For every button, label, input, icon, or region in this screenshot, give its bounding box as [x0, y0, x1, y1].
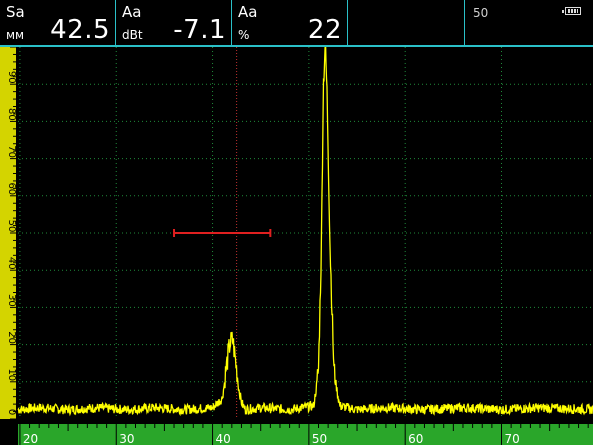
x-tick-label: 70	[505, 432, 520, 445]
status-area: 50	[465, 0, 593, 45]
x-tick-label: 60	[408, 432, 423, 445]
readout-amplitude-percent[interactable]: Aa % 22	[232, 0, 348, 45]
y-tick-label: 40	[6, 257, 17, 270]
y-tick-label: 60	[6, 182, 17, 195]
readout-label: Aa	[238, 3, 258, 21]
readout-empty[interactable]	[348, 0, 465, 45]
y-tick-label: 30	[6, 294, 17, 307]
readout-amplitude-db[interactable]: Aa dBt -7.1	[116, 0, 232, 45]
y-tick-label: 90	[6, 71, 17, 84]
range-indicator: 50	[473, 6, 489, 20]
readout-value: 42.5	[50, 15, 110, 45]
x-tick-label: 30	[119, 432, 134, 445]
a-scan-chart[interactable]: 0 10 20 30 40 50 60 70 80 90 20 30 40 50 60 70	[0, 47, 593, 445]
x-tick-label: 40	[216, 432, 231, 445]
x-tick-label: 20	[23, 432, 38, 445]
readout-unit: %	[238, 28, 250, 42]
x-tick-label: 50	[312, 432, 327, 445]
y-tick-label: 70	[6, 145, 17, 158]
readout-unit: dBt	[122, 28, 143, 42]
readout-value: -7.1	[173, 15, 226, 45]
readout-value: 22	[307, 15, 342, 45]
readout-label: Sa	[6, 3, 25, 21]
battery-icon	[562, 7, 581, 15]
readout-depth[interactable]: Sa мм 42.5	[0, 0, 116, 45]
readout-header: Sa мм 42.5 Aa dBt -7.1 Aa % 22 50	[0, 0, 593, 47]
y-tick-label: 80	[6, 108, 17, 121]
y-tick-label: 10	[6, 368, 17, 381]
plot-background	[0, 47, 593, 445]
y-tick-label: 20	[6, 331, 17, 344]
y-tick-label: 50	[6, 220, 17, 233]
readout-label: Aa	[122, 3, 142, 21]
y-tick-label: 0	[6, 409, 17, 415]
readout-unit: мм	[6, 28, 25, 42]
